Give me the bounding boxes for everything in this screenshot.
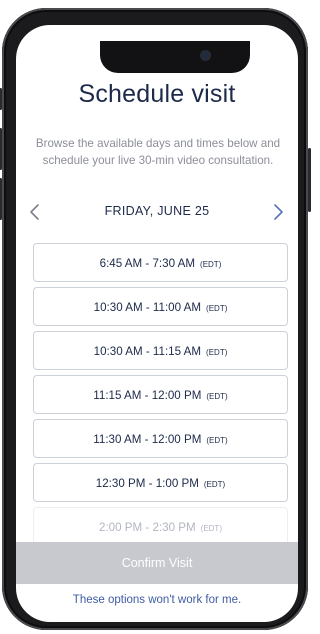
time-slot[interactable]: 11:15 AM - 12:00 PM (EDT) bbox=[33, 375, 288, 414]
phone-frame: Schedule visit Browse the available days… bbox=[0, 8, 311, 630]
time-slot-time: 6:45 AM - 7:30 AM bbox=[99, 257, 196, 270]
side-button-volume-down bbox=[0, 178, 2, 220]
time-slot-time: 2:00 PM - 2:30 PM bbox=[99, 521, 196, 534]
side-button-power bbox=[308, 148, 311, 212]
time-slot[interactable]: 12:30 PM - 1:00 PM (EDT) bbox=[33, 463, 288, 502]
time-slot-timezone: (EDT) bbox=[206, 392, 228, 401]
notch bbox=[100, 41, 250, 73]
page-subtitle: Browse the available days and times belo… bbox=[35, 137, 281, 167]
page-title: Schedule visit bbox=[78, 80, 236, 108]
time-slot-timezone: (EDT) bbox=[200, 524, 222, 533]
time-slot-timezone: (EDT) bbox=[206, 348, 228, 357]
selected-date: FRIDAY, JUNE 25 bbox=[104, 204, 210, 218]
confirm-visit-button[interactable]: Confirm Visit bbox=[16, 542, 298, 584]
time-slot[interactable]: 2:00 PM - 2:30 PM (EDT) bbox=[33, 507, 288, 543]
side-button-volume-up bbox=[0, 128, 2, 170]
time-slot-time: 10:30 AM - 11:00 AM bbox=[93, 301, 202, 314]
time-slot-time: 11:15 AM - 12:00 PM bbox=[93, 389, 202, 402]
time-slot[interactable]: 10:30 AM - 11:15 AM (EDT) bbox=[33, 331, 288, 370]
app-screen: Schedule visit Browse the available days… bbox=[16, 25, 298, 622]
options-dont-work-link[interactable]: These options won't work for me. bbox=[16, 594, 298, 606]
chevron-right-icon[interactable] bbox=[269, 203, 287, 221]
date-navigator: FRIDAY, JUNE 25 bbox=[16, 201, 298, 223]
time-slot-timezone: (EDT) bbox=[203, 480, 226, 489]
time-slot-timezone: (EDT) bbox=[206, 436, 228, 445]
time-slot-timezone: (EDT) bbox=[206, 304, 228, 313]
camera-icon bbox=[201, 51, 210, 60]
time-slot-time: 10:30 AM - 11:15 AM bbox=[93, 345, 202, 358]
time-slot[interactable]: 11:30 AM - 12:00 PM (EDT) bbox=[33, 419, 288, 458]
time-slot-time: 11:30 AM - 12:00 PM bbox=[93, 433, 202, 446]
time-slot-time: 12:30 PM - 1:00 PM bbox=[95, 477, 199, 490]
time-slot[interactable]: 6:45 AM - 7:30 AM (EDT) bbox=[33, 243, 288, 282]
time-slot[interactable]: 10:30 AM - 11:00 AM (EDT) bbox=[33, 287, 288, 326]
time-slot-timezone: (EDT) bbox=[200, 260, 222, 269]
side-button-silent bbox=[0, 88, 2, 110]
time-slot-list[interactable]: 6:45 AM - 7:30 AM (EDT) 10:30 AM - 11:00 … bbox=[16, 243, 298, 543]
